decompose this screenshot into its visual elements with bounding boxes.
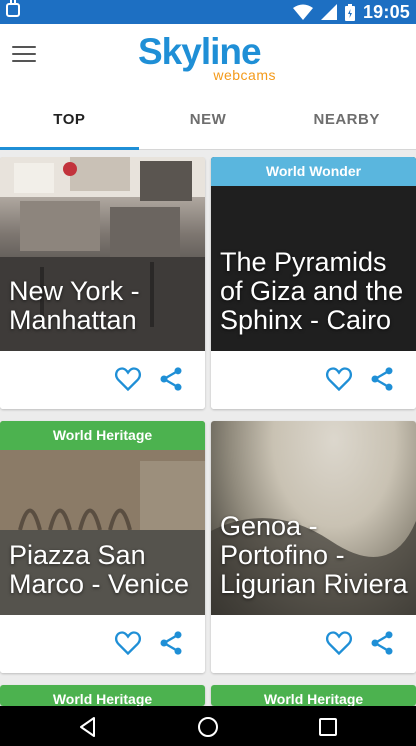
webcam-thumbnail[interactable]: Genoa - Portofino - Ligurian Riviera	[211, 421, 416, 615]
webcam-card[interactable]: World Heritage	[0, 685, 205, 706]
tab-nearby[interactable]: NEARBY	[277, 92, 416, 149]
skyline-webcams-logo: Skyline webcams	[138, 32, 278, 84]
webcam-card[interactable]: World Heritage Piazza San Marco - Venice	[0, 421, 205, 673]
app-bar: Skyline webcams	[0, 24, 416, 92]
system-navigation-bar	[0, 706, 416, 746]
share-icon[interactable]	[368, 365, 396, 393]
heart-icon[interactable]	[325, 629, 353, 657]
category-badge: World Wonder	[211, 157, 416, 186]
heart-icon[interactable]	[114, 365, 142, 393]
card-actions	[0, 615, 205, 673]
recents-icon[interactable]	[316, 715, 340, 739]
share-icon[interactable]	[157, 365, 185, 393]
webcam-card[interactable]: World Heritage	[211, 685, 416, 706]
tab-bar: TOP NEW NEARBY	[0, 92, 416, 150]
status-bar: 19:05	[0, 0, 416, 24]
logo-main-text: Skyline	[138, 31, 262, 72]
webcam-thumbnail[interactable]: New York - Manhattan	[0, 157, 205, 351]
signal-icon	[320, 4, 337, 20]
share-icon[interactable]	[157, 629, 185, 657]
heart-icon[interactable]	[325, 365, 353, 393]
webcam-grid: New York - Manhattan World Wonder The Py…	[0, 157, 416, 706]
card-actions	[211, 615, 416, 673]
webcam-thumbnail[interactable]: World Wonder The Pyramids of Giza and th…	[211, 157, 416, 351]
android-debug-icon	[6, 0, 20, 17]
webcam-card[interactable]: World Wonder The Pyramids of Giza and th…	[211, 157, 416, 409]
category-badge: World Heritage	[211, 685, 416, 706]
category-badge: World Heritage	[0, 421, 205, 450]
heart-icon[interactable]	[114, 629, 142, 657]
share-icon[interactable]	[368, 629, 396, 657]
home-icon[interactable]	[196, 715, 220, 739]
hamburger-menu-icon[interactable]	[12, 46, 36, 66]
webcam-card[interactable]: New York - Manhattan	[0, 157, 205, 409]
status-icons: 19:05	[292, 1, 410, 22]
card-title: The Pyramids of Giza and the Sphinx - Ca…	[220, 247, 404, 335]
tab-top[interactable]: TOP	[0, 92, 139, 150]
card-actions	[0, 351, 205, 409]
card-title: Piazza San Marco - Venice	[9, 540, 190, 599]
logo-sub-text: webcams	[213, 67, 276, 83]
clock: 19:05	[362, 1, 410, 22]
category-badge: World Heritage	[0, 685, 205, 706]
tab-new[interactable]: NEW	[139, 92, 278, 149]
webcam-thumbnail[interactable]: World Heritage Piazza San Marco - Venice	[0, 421, 205, 615]
wifi-icon	[292, 4, 313, 20]
battery-icon	[344, 3, 355, 21]
webcam-card[interactable]: Genoa - Portofino - Ligurian Riviera	[211, 421, 416, 673]
card-title: New York - Manhattan	[9, 276, 140, 335]
back-icon[interactable]	[76, 715, 100, 739]
card-actions	[211, 351, 416, 409]
card-title: Genoa - Portofino - Ligurian Riviera	[220, 511, 408, 599]
